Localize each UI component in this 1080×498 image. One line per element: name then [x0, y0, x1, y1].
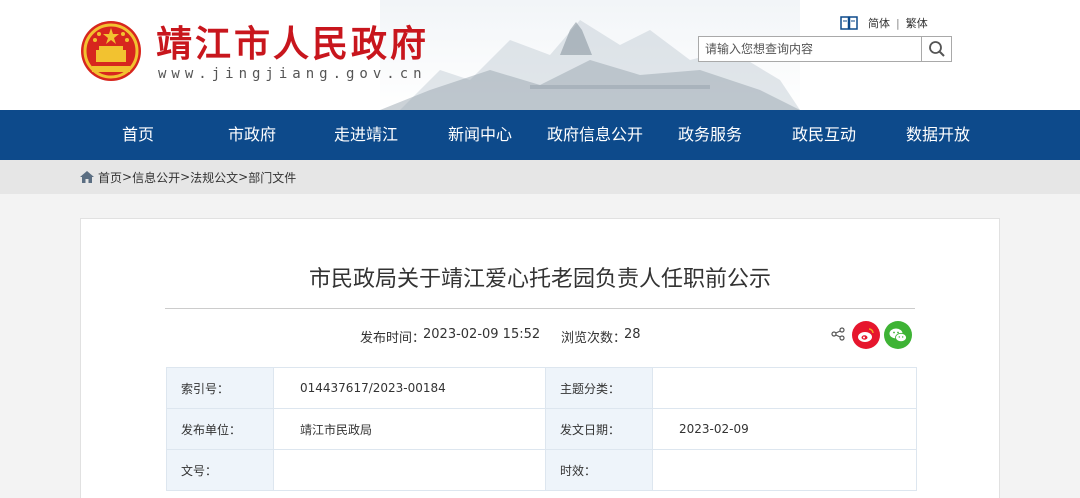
- breadcrumb-department-documents[interactable]: 部门文件: [248, 169, 296, 186]
- article-title: 市民政局关于靖江爱心托老园负责人任职前公示: [308, 267, 771, 292]
- national-emblem-icon: [81, 21, 141, 81]
- wechat-share-button[interactable]: [884, 321, 912, 349]
- breadcrumb-separator: >: [180, 170, 191, 184]
- traditional-chinese-link[interactable]: 繁体: [906, 15, 928, 31]
- site-url: www.jingjiang.gov.cn: [158, 66, 427, 82]
- index-number-label: 索引号：: [166, 367, 274, 409]
- nav-item-open-data[interactable]: 数据开放: [888, 110, 988, 160]
- publish-time-label: 发布时间：: [360, 331, 426, 346]
- nav-item-home[interactable]: 首页: [88, 110, 188, 160]
- index-number-value: 014437617/2023-00184: [273, 367, 546, 409]
- breadcrumb-regulations[interactable]: 法规公文: [190, 169, 238, 186]
- main-navigation: 首页 市政府 走进靖江 新闻中心 政府信息公开 政务服务 政民互动 数据开放: [0, 110, 1080, 160]
- simplified-chinese-link[interactable]: 简体: [868, 15, 890, 31]
- view-count-label: 浏览次数：: [561, 331, 627, 346]
- issuing-unit-value: 靖江市民政局: [273, 408, 546, 450]
- search-input[interactable]: [699, 37, 921, 61]
- validity-value: [652, 449, 917, 491]
- document-number-label: 文号：: [166, 449, 274, 491]
- validity-label: 时效：: [545, 449, 653, 491]
- share-icon[interactable]: [831, 327, 845, 341]
- weibo-share-button[interactable]: [852, 321, 880, 349]
- nav-item-about-jingjiang[interactable]: 走进靖江: [316, 110, 416, 160]
- home-icon: [80, 171, 94, 183]
- breadcrumb: 首页 > 信息公开 > 法规公文 > 部门文件: [0, 160, 1080, 194]
- title-divider: [165, 308, 915, 309]
- issuing-unit-label: 发布单位：: [166, 408, 274, 450]
- view-count-value: 28: [624, 327, 641, 342]
- publish-time-value: 2023-02-09 15:52: [423, 327, 541, 342]
- language-switcher: 简体 | 繁体: [840, 14, 928, 32]
- nav-item-news-center[interactable]: 新闻中心: [430, 110, 530, 160]
- topic-category-value: [652, 367, 917, 409]
- nav-item-public-interaction[interactable]: 政民互动: [774, 110, 874, 160]
- breadcrumb-home[interactable]: 首页: [98, 169, 122, 186]
- nav-item-government-info[interactable]: 政府信息公开: [540, 110, 650, 160]
- issue-date-value: 2023-02-09: [652, 408, 917, 450]
- issue-date-label: 发文日期：: [545, 408, 653, 450]
- site-header: 靖江市人民政府 www.jingjiang.gov.cn 简体 | 繁体: [0, 0, 1080, 110]
- article-panel: 市民政局关于靖江爱心托老园负责人任职前公示 发布时间： 2023-02-09 1…: [80, 218, 1000, 498]
- breadcrumb-separator: >: [238, 170, 249, 184]
- wechat-icon: [889, 328, 907, 343]
- search-button[interactable]: [921, 37, 951, 61]
- language-separator: |: [896, 16, 900, 30]
- site-title[interactable]: 靖江市人民政府: [156, 22, 429, 66]
- document-number-value: [273, 449, 546, 491]
- search-box: [698, 36, 952, 62]
- table-row: 发布单位： 靖江市民政局 发文日期： 2023-02-09: [166, 408, 917, 450]
- nav-item-city-government[interactable]: 市政府: [202, 110, 302, 160]
- book-icon: [840, 16, 858, 30]
- table-row: 索引号： 014437617/2023-00184 主题分类：: [166, 367, 917, 409]
- weibo-icon: [858, 328, 874, 342]
- nav-item-government-services[interactable]: 政务服务: [660, 110, 760, 160]
- breadcrumb-info-disclosure[interactable]: 信息公开: [132, 169, 180, 186]
- breadcrumb-separator: >: [122, 170, 133, 184]
- topic-category-label: 主题分类：: [545, 367, 653, 409]
- document-info-table: 索引号： 014437617/2023-00184 主题分类： 发布单位： 靖江…: [166, 367, 917, 491]
- table-row: 文号： 时效：: [166, 449, 917, 491]
- search-icon: [928, 41, 945, 57]
